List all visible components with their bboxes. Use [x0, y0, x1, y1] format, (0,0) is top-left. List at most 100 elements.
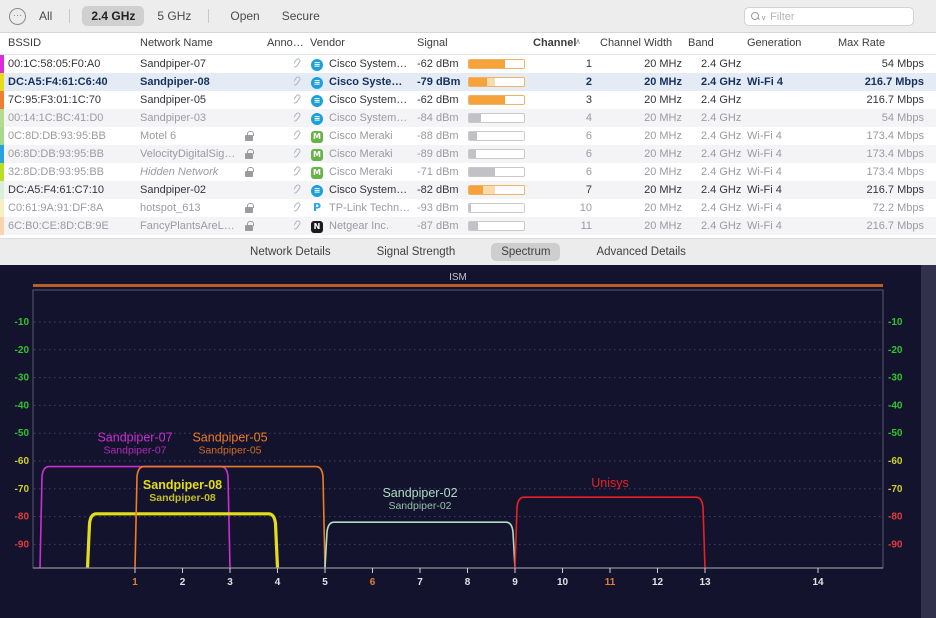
filter-segment-open[interactable]: Open: [221, 6, 268, 26]
signal-cell: -89 dBm: [417, 145, 467, 163]
y-tick-label-right: -10: [888, 317, 903, 328]
channel-cell: 6: [536, 163, 592, 181]
channel-cell: 11: [536, 217, 592, 235]
col-channel-width[interactable]: Channel Width: [600, 37, 672, 49]
channel-width-cell: 20 MHz: [598, 181, 682, 199]
col-generation[interactable]: Generation: [747, 37, 801, 49]
toolbar: … All 2.4 GHz5 GHz OpenSecure ∨: [0, 0, 936, 33]
y-tick-label-right: -90: [888, 539, 903, 550]
col-annotation[interactable]: Anno…: [267, 37, 304, 49]
col-vendor[interactable]: Vendor: [310, 37, 345, 49]
y-tick-label-right: -20: [888, 345, 903, 356]
channel-label: 14: [812, 577, 824, 588]
vendor-cell: Cisco Systems…: [329, 73, 411, 91]
signal-bar-fill: [469, 204, 471, 212]
annotation-cell[interactable]: [294, 199, 306, 218]
channel-cell: 4: [536, 109, 592, 127]
curve-label: Sandpiper-02: [382, 486, 457, 500]
paperclip-icon: [294, 93, 301, 104]
annotation-cell[interactable]: [294, 145, 306, 164]
signal-bar-fill: [469, 186, 483, 194]
annotation-cell[interactable]: [294, 91, 306, 110]
annotation-cell[interactable]: [294, 163, 306, 182]
channel-cell: 3: [536, 91, 592, 109]
table-row[interactable]: 6C:B0:CE:8D:CB:9EFancyPlantsAreLoudNNetg…: [0, 217, 936, 235]
vendor-cell: Cisco Systems I…: [329, 91, 411, 109]
annotation-cell[interactable]: [294, 181, 306, 200]
channel-label: 11: [605, 577, 616, 588]
signal-cell: -87 dBm: [417, 217, 467, 235]
annotation-cell[interactable]: [294, 73, 306, 92]
signal-strength-bar: [468, 221, 525, 231]
filter-segment-secure[interactable]: Secure: [273, 6, 329, 26]
tab-network-details[interactable]: Network Details: [240, 243, 341, 261]
channel-width-cell: 20 MHz: [598, 199, 682, 217]
y-tick-label-right: -80: [888, 512, 903, 523]
tab-spectrum[interactable]: Spectrum: [491, 243, 560, 261]
bssid-cell: 0C:8D:DB:93:95:BB: [8, 127, 134, 145]
table-row[interactable]: 06:8D:DB:93:95:BBVelocityDigitalSignageM…: [0, 145, 936, 163]
band-label: ISM: [449, 272, 467, 283]
network-color-bar: [0, 217, 4, 235]
vendor-cell: TP-Link Technol…: [329, 199, 411, 217]
col-signal[interactable]: Signal: [417, 37, 448, 49]
filter-input[interactable]: [770, 11, 890, 23]
signal-cell: -93 dBm: [417, 199, 467, 217]
channel-width-cell: 20 MHz: [598, 91, 682, 109]
channel-label: 10: [557, 577, 569, 588]
tab-advanced-details[interactable]: Advanced Details: [586, 243, 696, 261]
signal-bar-fill: [469, 114, 481, 122]
table-row[interactable]: 7C:95:F3:01:1C:70Sandpiper-05≡Cisco Syst…: [0, 91, 936, 109]
filter-segment-5-ghz[interactable]: 5 GHz: [148, 6, 200, 26]
table-row[interactable]: DC:A5:F4:61:C7:10Sandpiper-02≡Cisco Syst…: [0, 181, 936, 199]
col-channel[interactable]: Channel: [533, 37, 576, 49]
band-cell: 2.4 GHz: [701, 181, 747, 199]
annotation-cell[interactable]: [294, 217, 306, 236]
vendor-icon-cell: ≡: [311, 181, 326, 199]
y-tick-label-right: -40: [888, 400, 903, 411]
vendor-icon-cell: ≡: [311, 109, 326, 127]
tab-signal-strength[interactable]: Signal Strength: [367, 243, 466, 261]
tplink-logo-icon: P: [311, 202, 323, 214]
cisco-logo-icon: ≡: [311, 185, 323, 197]
signal-cell: -79 dBm: [417, 73, 467, 91]
signal-bar-fill: [469, 168, 495, 176]
filter-search-box[interactable]: ∨: [744, 7, 914, 26]
annotation-cell[interactable]: [294, 55, 306, 74]
table-row[interactable]: 32:8D:DB:93:95:BBHidden NetworkMCisco Me…: [0, 163, 936, 181]
col-bssid[interactable]: BSSID: [8, 37, 41, 49]
y-tick-label-left: -90: [15, 539, 30, 550]
channel-cell: 2: [536, 73, 592, 91]
col-band[interactable]: Band: [688, 37, 714, 49]
annotation-cell[interactable]: [294, 127, 306, 146]
network-color-bar: [0, 199, 4, 217]
table-row[interactable]: C0:61:9A:91:DF:8Ahotspot_613PTP-Link Tec…: [0, 199, 936, 217]
channel-cell: 1: [536, 55, 592, 73]
bssid-cell: C0:61:9A:91:DF:8A: [8, 199, 134, 217]
vendor-icon-cell: ≡: [311, 91, 326, 109]
max-rate-cell: 173.4 Mbps: [820, 163, 924, 181]
filter-segment-all[interactable]: All: [30, 6, 61, 26]
col-max-rate[interactable]: Max Rate: [838, 37, 885, 49]
signal-bar-fill: [469, 78, 487, 86]
y-tick-label-left: -80: [15, 512, 30, 523]
annotation-cell[interactable]: [294, 109, 306, 128]
signal-strength-bar: [468, 185, 525, 195]
cisco-logo-icon: ≡: [311, 95, 323, 107]
filter-segment-2-4-ghz[interactable]: 2.4 GHz: [82, 6, 144, 26]
table-row[interactable]: DC:A5:F4:61:C6:40Sandpiper-08≡Cisco Syst…: [0, 73, 936, 91]
table-row[interactable]: 00:14:1C:BC:41:D0Sandpiper-03≡Cisco Syst…: [0, 109, 936, 127]
table-row[interactable]: 0C:8D:DB:93:95:BBMotel 6MCisco Meraki-88…: [0, 127, 936, 145]
network-color-bar: [0, 181, 4, 199]
network-color-bar: [0, 55, 4, 73]
scan-menu-button[interactable]: …: [9, 8, 26, 25]
table-row[interactable]: 00:1C:58:05:F0:A0Sandpiper-07≡Cisco Syst…: [0, 55, 936, 73]
vendor-icon-cell: ≡: [311, 73, 326, 91]
lock-icon: [245, 153, 253, 159]
search-icon: [751, 12, 760, 21]
max-rate-cell: 173.4 Mbps: [820, 127, 924, 145]
sort-asc-icon: ∧: [575, 37, 581, 46]
channel-label: 3: [227, 577, 233, 588]
signal-strength-bar: [468, 131, 525, 141]
col-name[interactable]: Network Name: [140, 37, 213, 49]
